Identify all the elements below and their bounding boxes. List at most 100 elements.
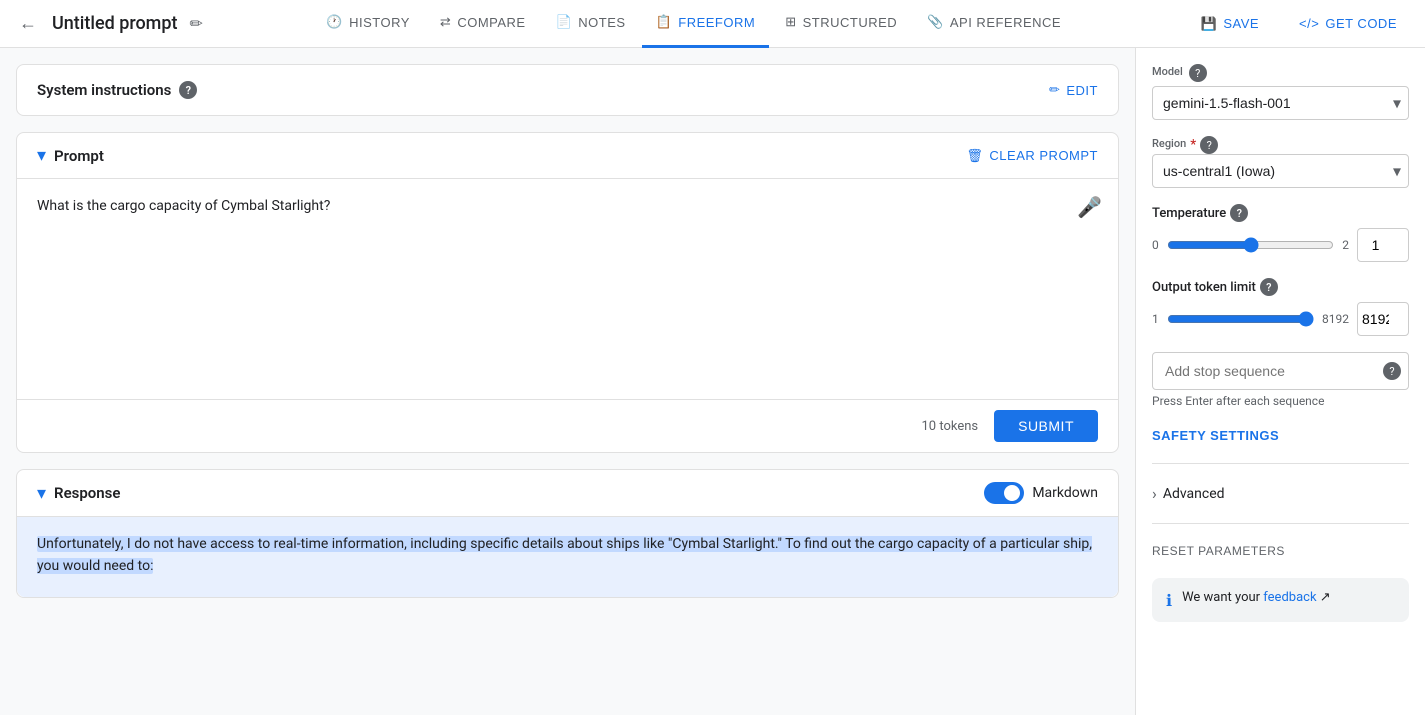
trash-icon: 🗑 bbox=[966, 148, 983, 164]
output-token-max: 8192 bbox=[1322, 312, 1349, 326]
toggle-slider bbox=[984, 482, 1024, 504]
microphone-icon[interactable]: 🎤 bbox=[1077, 195, 1102, 219]
tab-api-reference[interactable]: 📎 API REFERENCE bbox=[913, 0, 1075, 48]
save-icon: 💾 bbox=[1201, 16, 1218, 32]
temperature-help-icon[interactable]: ? bbox=[1230, 204, 1248, 222]
output-token-section: Output token limit ? 1 8192 bbox=[1152, 278, 1409, 336]
region-help-icon[interactable]: ? bbox=[1200, 136, 1218, 154]
response-header: ▾ Response Markdown bbox=[17, 470, 1118, 517]
topbar-right: 💾 SAVE </> GET CODE bbox=[1185, 10, 1413, 38]
advanced-chevron-icon: › bbox=[1152, 484, 1157, 503]
output-token-help-icon[interactable]: ? bbox=[1260, 278, 1278, 296]
prompt-body[interactable]: What is the cargo capacity of Cymbal Sta… bbox=[17, 179, 1118, 399]
stop-sequence-wrapper: ? bbox=[1152, 352, 1409, 390]
notes-icon: 📄 bbox=[556, 14, 573, 30]
info-icon: ℹ bbox=[1166, 591, 1172, 610]
feedback-box: ℹ We want your feedback ↗ bbox=[1152, 578, 1409, 622]
prompt-text: What is the cargo capacity of Cymbal Sta… bbox=[37, 198, 330, 214]
edit-title-icon[interactable]: ✏ bbox=[189, 14, 202, 33]
topbar: ← Untitled prompt ✏ 🕐 HISTORY ⇄ COMPARE … bbox=[0, 0, 1425, 48]
region-label-row: Region * ? bbox=[1152, 136, 1409, 154]
response-highlighted-text: Unfortunately, I do not have access to r… bbox=[37, 536, 1092, 574]
model-section: Model ? gemini-1.5-flash-001 gemini-1.5-… bbox=[1152, 64, 1409, 120]
feedback-link[interactable]: feedback bbox=[1263, 590, 1316, 605]
markdown-toggle: Markdown bbox=[984, 482, 1098, 504]
temperature-slider[interactable] bbox=[1167, 237, 1335, 253]
model-select-wrapper: gemini-1.5-flash-001 gemini-1.5-pro-001 … bbox=[1152, 86, 1409, 120]
system-instructions-header: System instructions ? ✏ EDIT bbox=[17, 65, 1118, 115]
tab-structured[interactable]: ⊞ STRUCTURED bbox=[771, 0, 911, 48]
structured-icon: ⊞ bbox=[785, 14, 796, 30]
stop-sequence-section: ? Press Enter after each sequence bbox=[1152, 352, 1409, 408]
tab-history[interactable]: 🕐 HISTORY bbox=[312, 0, 424, 48]
submit-button[interactable]: SUBMIT bbox=[994, 410, 1098, 442]
response-body: Unfortunately, I do not have access to r… bbox=[17, 517, 1118, 597]
compare-icon: ⇄ bbox=[440, 14, 451, 30]
code-icon: </> bbox=[1299, 16, 1319, 31]
divider-2 bbox=[1152, 523, 1409, 524]
region-section: Region * ? us-central1 (Iowa) us-east1 u… bbox=[1152, 136, 1409, 188]
stop-sequence-hint: Press Enter after each sequence bbox=[1152, 394, 1409, 408]
tab-notes[interactable]: 📄 NOTES bbox=[542, 0, 640, 48]
clear-prompt-button[interactable]: 🗑 CLEAR PROMPT bbox=[966, 148, 1098, 164]
topbar-tabs: 🕐 HISTORY ⇄ COMPARE 📄 NOTES 📋 FREEFORM ⊞… bbox=[207, 0, 1181, 48]
edit-icon: ✏ bbox=[1049, 82, 1060, 98]
region-required-star: * bbox=[1190, 137, 1196, 153]
system-instructions-edit-button[interactable]: ✏ EDIT bbox=[1049, 82, 1098, 98]
system-instructions-card: System instructions ? ✏ EDIT bbox=[16, 64, 1119, 116]
model-select[interactable]: gemini-1.5-flash-001 gemini-1.5-pro-001 … bbox=[1152, 86, 1409, 120]
temperature-min: 0 bbox=[1152, 238, 1159, 252]
system-instructions-title: System instructions ? bbox=[37, 81, 197, 99]
stop-sequence-help-icon[interactable]: ? bbox=[1383, 362, 1401, 380]
region-label: Region bbox=[1152, 137, 1186, 150]
prompt-title: Prompt bbox=[54, 147, 104, 165]
output-token-value-input[interactable] bbox=[1357, 302, 1409, 336]
reset-section: RESET PARAMETERS bbox=[1152, 540, 1409, 562]
get-code-button[interactable]: </> GET CODE bbox=[1283, 10, 1413, 37]
prompt-title-row: ▾ Prompt bbox=[37, 145, 104, 166]
output-token-slider[interactable] bbox=[1167, 311, 1314, 327]
output-token-slider-row: 1 8192 bbox=[1152, 302, 1409, 336]
region-select[interactable]: us-central1 (Iowa) us-east1 us-west1 eur… bbox=[1152, 154, 1409, 188]
reset-parameters-button[interactable]: RESET PARAMETERS bbox=[1152, 540, 1285, 562]
tab-freeform[interactable]: 📋 FREEFORM bbox=[642, 0, 770, 48]
output-token-header: Output token limit ? bbox=[1152, 278, 1409, 296]
response-text: Unfortunately, I do not have access to r… bbox=[37, 536, 1092, 574]
safety-settings-section: SAFETY SETTINGS bbox=[1152, 424, 1409, 447]
save-button[interactable]: 💾 SAVE bbox=[1185, 10, 1275, 38]
safety-settings-button[interactable]: SAFETY SETTINGS bbox=[1152, 424, 1279, 447]
temperature-label: Temperature bbox=[1152, 206, 1226, 221]
page-title: Untitled prompt bbox=[52, 13, 177, 34]
output-token-label: Output token limit bbox=[1152, 280, 1256, 295]
response-card: ▾ Response Markdown Unfortunately, I do … bbox=[16, 469, 1119, 598]
sidebar: Model ? gemini-1.5-flash-001 gemini-1.5-… bbox=[1135, 48, 1425, 715]
advanced-section[interactable]: › Advanced bbox=[1152, 480, 1409, 507]
tab-compare[interactable]: ⇄ COMPARE bbox=[426, 0, 540, 48]
api-reference-icon: 📎 bbox=[927, 14, 944, 30]
output-token-min: 1 bbox=[1152, 312, 1159, 326]
feedback-external-icon: ↗ bbox=[1320, 590, 1331, 605]
stop-sequence-input[interactable] bbox=[1152, 352, 1409, 390]
temperature-section: Temperature ? 0 2 bbox=[1152, 204, 1409, 262]
topbar-left: ← Untitled prompt ✏ bbox=[12, 8, 203, 40]
token-count: 10 tokens bbox=[921, 419, 978, 434]
temperature-value-input[interactable] bbox=[1357, 228, 1409, 262]
response-collapse-icon[interactable]: ▾ bbox=[37, 483, 46, 504]
content-area: System instructions ? ✏ EDIT ▾ Prompt 🗑 … bbox=[0, 48, 1135, 715]
prompt-collapse-icon[interactable]: ▾ bbox=[37, 145, 46, 166]
temperature-max: 2 bbox=[1342, 238, 1349, 252]
back-button[interactable]: ← bbox=[12, 8, 44, 40]
model-help-icon[interactable]: ? bbox=[1189, 64, 1207, 82]
response-title-row: ▾ Response bbox=[37, 483, 120, 504]
main-layout: System instructions ? ✏ EDIT ▾ Prompt 🗑 … bbox=[0, 48, 1425, 715]
temperature-header: Temperature ? bbox=[1152, 204, 1409, 222]
prompt-card: ▾ Prompt 🗑 CLEAR PROMPT What is the carg… bbox=[16, 132, 1119, 453]
response-title: Response bbox=[54, 484, 120, 502]
temperature-slider-row: 0 2 bbox=[1152, 228, 1409, 262]
markdown-switch[interactable] bbox=[984, 482, 1024, 504]
system-instructions-help-icon[interactable]: ? bbox=[179, 81, 197, 99]
advanced-label: Advanced bbox=[1163, 486, 1225, 502]
model-label-row: Model ? bbox=[1152, 64, 1409, 82]
prompt-header: ▾ Prompt 🗑 CLEAR PROMPT bbox=[17, 133, 1118, 179]
model-label: Model bbox=[1152, 65, 1183, 78]
